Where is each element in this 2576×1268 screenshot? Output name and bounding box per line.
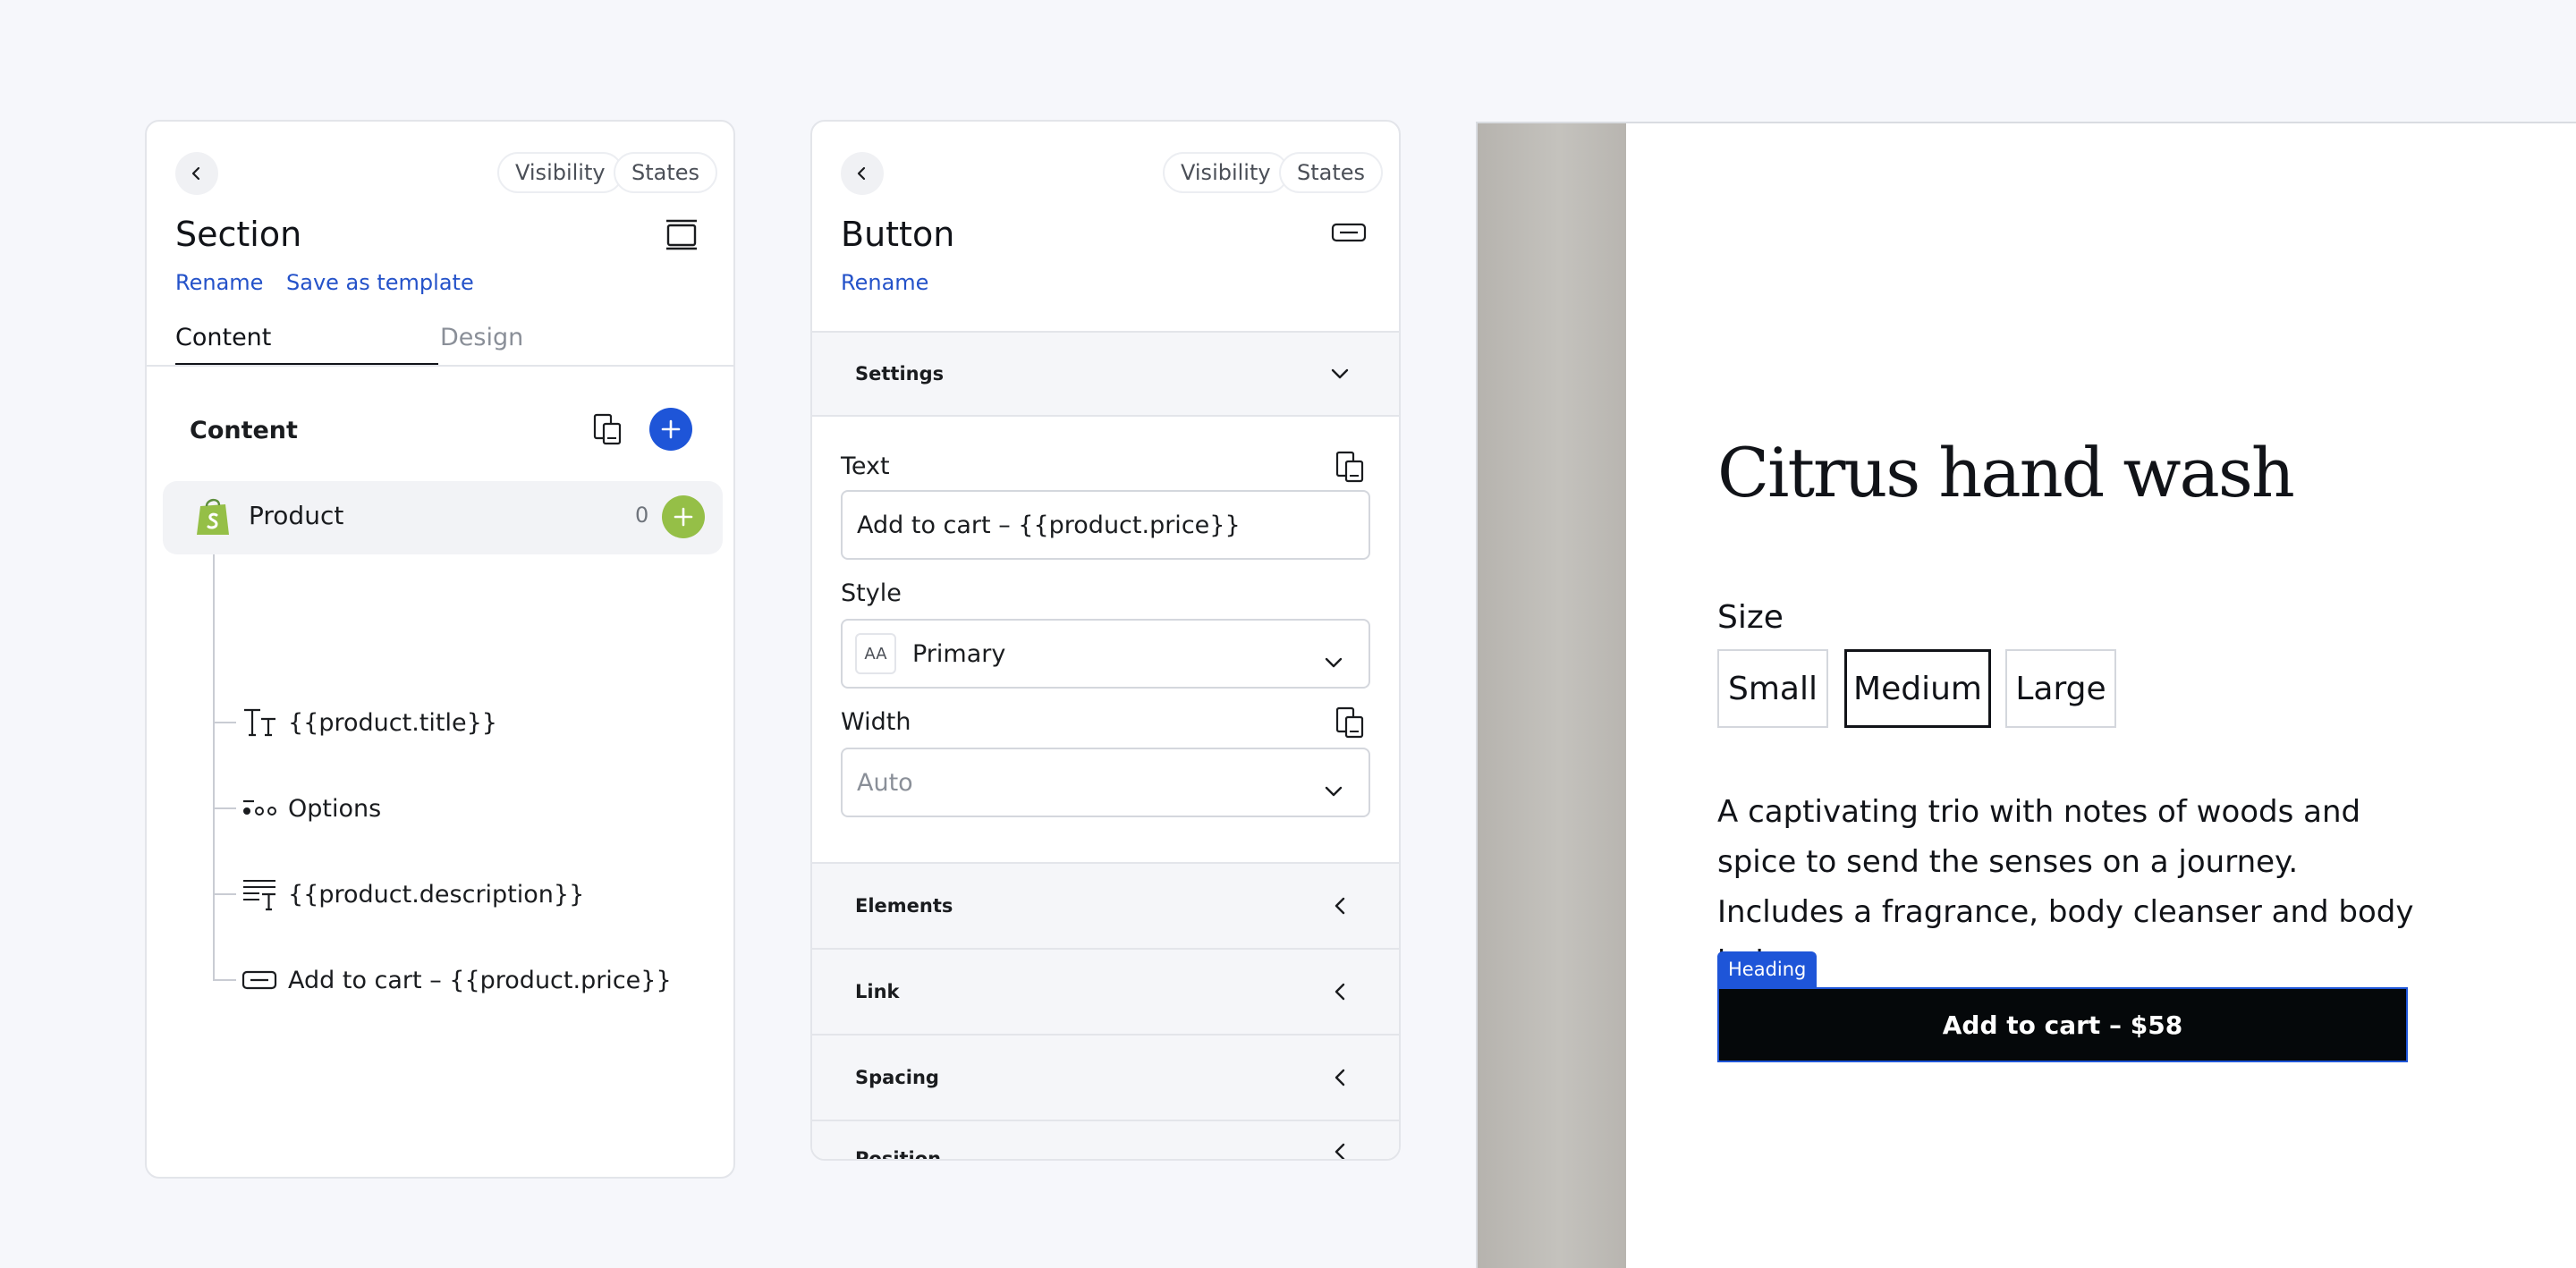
text-type-icon — [240, 703, 279, 742]
visibility-button[interactable]: Visibility — [1163, 152, 1289, 193]
tab-content[interactable]: Content — [175, 324, 271, 351]
product-label: Product — [249, 501, 344, 530]
heading-badge: Heading — [1717, 951, 1818, 987]
options-icon — [240, 789, 279, 828]
size-option-small[interactable]: Small — [1717, 649, 1828, 728]
position-label: Position — [855, 1148, 942, 1161]
tree-item-label: Add to cart – {{product.price}} — [288, 966, 672, 994]
size-label: Size — [1717, 599, 1784, 636]
button-text-input[interactable]: Add to cart – {{product.price}} — [841, 490, 1370, 560]
position-section-header[interactable]: Position — [812, 1120, 1399, 1161]
panel-title: Button — [841, 215, 955, 254]
section-layout-icon[interactable] — [664, 216, 699, 252]
tabs-divider — [147, 365, 733, 367]
chevron-left-icon — [857, 166, 866, 181]
add-content-button[interactable] — [649, 408, 692, 451]
tree-item-product-description[interactable]: {{product.description}} — [213, 867, 714, 921]
tree-item-label: {{product.description}} — [288, 880, 585, 909]
chevron-down-icon — [1324, 647, 1343, 675]
panel-title: Section — [175, 215, 302, 254]
responsive-icon[interactable] — [1333, 705, 1368, 740]
chevron-left-icon — [1327, 1139, 1352, 1159]
rename-link[interactable]: Rename — [841, 270, 928, 295]
responsive-icon[interactable] — [1333, 449, 1368, 485]
tree-item-options[interactable]: Options — [213, 782, 714, 835]
elements-label: Elements — [855, 895, 953, 917]
width-value: Auto — [857, 768, 913, 797]
link-label: Link — [855, 981, 900, 1002]
back-button[interactable] — [175, 152, 218, 195]
states-button[interactable]: States — [1279, 152, 1384, 193]
product-title[interactable]: Citrus hand wash — [1717, 433, 2295, 512]
elements-section-header[interactable]: Elements — [812, 862, 1399, 948]
style-badge: AA — [855, 633, 896, 674]
button-icon — [240, 960, 279, 1000]
add-product-element-button[interactable] — [662, 495, 705, 538]
shopify-bag-icon — [195, 495, 231, 540]
section-panel: Visibility States Section Rename Save as… — [145, 120, 735, 1179]
size-option-large[interactable]: Large — [2005, 649, 2116, 728]
size-option-medium[interactable]: Medium — [1844, 649, 1991, 728]
visibility-button[interactable]: Visibility — [497, 152, 623, 193]
chevron-left-icon — [1327, 893, 1352, 918]
product-row[interactable]: Product 0 — [163, 481, 723, 554]
tree-item-label: {{product.title}} — [288, 708, 497, 737]
paragraph-icon — [240, 875, 279, 914]
rename-link[interactable]: Rename — [175, 270, 263, 295]
store-preview: Citrus hand wash Size Small Medium Large… — [1476, 122, 2576, 1268]
responsive-icon[interactable] — [590, 411, 626, 447]
tree-item-label: Options — [288, 794, 382, 823]
product-description: A captivating trio with notes of woods a… — [1717, 794, 2414, 980]
button-type-icon[interactable] — [1331, 215, 1367, 250]
product-image — [1478, 123, 1626, 1268]
width-field-label: Width — [841, 708, 911, 736]
chevron-down-icon — [1327, 361, 1352, 386]
chevron-down-icon — [1324, 776, 1343, 804]
plus-icon — [661, 419, 681, 439]
plus-icon — [674, 507, 693, 527]
tree-item-product-title[interactable]: {{product.title}} — [213, 696, 714, 749]
chevron-left-icon — [1327, 979, 1352, 1004]
product-count: 0 — [635, 503, 649, 528]
settings-section-header[interactable]: Settings — [812, 331, 1399, 417]
add-to-cart-button[interactable]: Add to cart – $58 — [1717, 987, 2408, 1062]
link-section-header[interactable]: Link — [812, 948, 1399, 1034]
spacing-label: Spacing — [855, 1067, 939, 1088]
save-as-template-link[interactable]: Save as template — [286, 270, 474, 295]
tab-design[interactable]: Design — [440, 324, 523, 351]
style-value: Primary — [912, 639, 1006, 668]
tree-item-add-to-cart[interactable]: Add to cart – {{product.price}} — [213, 953, 714, 1007]
style-field-label: Style — [841, 579, 902, 607]
content-header: Content — [190, 417, 298, 444]
back-button[interactable] — [841, 152, 884, 195]
style-select[interactable]: AA Primary — [841, 619, 1370, 689]
settings-label: Settings — [855, 363, 945, 385]
spacing-section-header[interactable]: Spacing — [812, 1034, 1399, 1120]
width-select[interactable]: Auto — [841, 748, 1370, 817]
states-button[interactable]: States — [614, 152, 718, 193]
chevron-left-icon — [191, 166, 200, 181]
text-field-label: Text — [841, 452, 890, 480]
button-panel: Visibility States Button Rename Settings… — [810, 120, 1401, 1161]
chevron-left-icon — [1327, 1065, 1352, 1090]
button-text-value: Add to cart – {{product.price}} — [857, 511, 1241, 539]
